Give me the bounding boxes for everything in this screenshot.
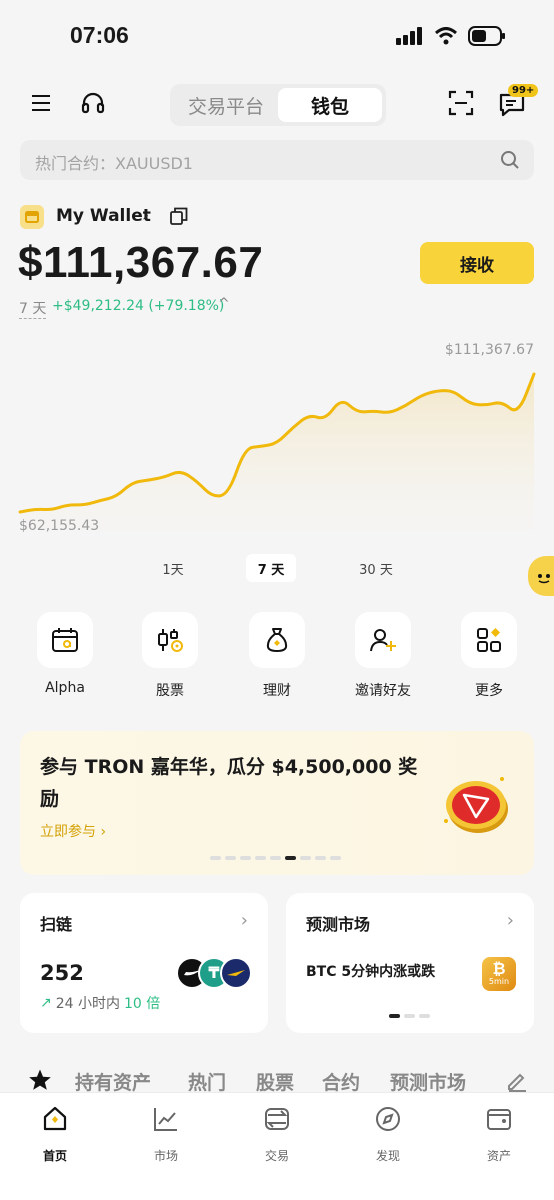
nav-market[interactable]: 市场: [126, 1105, 206, 1164]
chart-area: [20, 374, 534, 530]
nav-discover[interactable]: 发现: [348, 1105, 428, 1164]
tab-futures[interactable]: 合约: [322, 1068, 360, 1095]
banner-title: 参与 TRON 嘉年华，瓜分 $4,500,000 奖励: [40, 756, 418, 810]
nav-label: 市场: [153, 1149, 178, 1163]
tab-holdings[interactable]: 持有资产: [75, 1068, 151, 1095]
money-bag-icon: [249, 612, 305, 668]
prediction-market-card[interactable]: 预测市场 › BTC 5分钟内涨或跌 ₿ 5min: [286, 893, 534, 1033]
compass-icon: [376, 1107, 400, 1131]
bottom-navbar: 首页 市场 交易 发现 资产: [0, 1092, 554, 1200]
banner-pagination: [210, 856, 341, 860]
invite-friend-icon: [355, 612, 411, 668]
card-title: 扫链: [40, 915, 73, 934]
period-label[interactable]: 7 天: [19, 298, 47, 319]
wifi-icon: [434, 27, 458, 45]
tron-coin-icon: [444, 777, 508, 833]
mode-switch: 交易平台 钱包: [170, 84, 386, 126]
banner-cta-link[interactable]: 立即参与 ›: [40, 821, 106, 841]
action-stocks[interactable]: 股票: [130, 612, 210, 700]
action-invite[interactable]: 邀请好友: [343, 612, 423, 700]
star-icon[interactable]: [28, 1068, 52, 1092]
action-label: 股票: [156, 683, 184, 699]
action-more[interactable]: 更多: [449, 612, 529, 700]
range-7d[interactable]: 7 天: [246, 554, 296, 582]
chevron-right-icon[interactable]: ›: [142, 205, 149, 226]
action-label: Alpha: [45, 680, 85, 696]
scan-count: 252: [40, 961, 84, 985]
promo-banner[interactable]: 参与 TRON 嘉年华，瓜分 $4,500,000 奖励 立即参与 ›: [20, 731, 534, 875]
range-30d[interactable]: 30 天: [350, 554, 402, 582]
tab-hot[interactable]: 热门: [188, 1068, 226, 1095]
scan-icon[interactable]: [448, 90, 474, 116]
nav-label: 发现: [375, 1149, 400, 1163]
token-icons: ₸: [176, 957, 252, 991]
message-badge: 99+: [508, 84, 539, 97]
wallet-icon: [487, 1109, 511, 1130]
action-label: 更多: [475, 683, 503, 699]
action-label: 邀请好友: [355, 683, 411, 699]
chevron-right-icon: ›: [506, 910, 514, 931]
status-time: 07:06: [70, 22, 129, 48]
scan-sub-prefix: 24 小时内: [55, 996, 120, 1012]
status-icons: [396, 26, 506, 46]
token-icon: [220, 957, 252, 989]
battery-icon: [468, 26, 505, 46]
alpha-calendar-icon: [37, 612, 93, 668]
action-earn[interactable]: 理财: [237, 612, 317, 700]
caret-up-icon: ^: [218, 296, 230, 312]
chart-high-label: $111,367.67: [444, 342, 534, 358]
receive-button[interactable]: 接收: [420, 242, 534, 284]
wallet-logo-icon: [20, 205, 44, 229]
balance-chart: [18, 372, 536, 530]
nav-label: 交易: [264, 1149, 289, 1163]
copy-icon[interactable]: [170, 207, 188, 225]
card-title: 预测市场: [306, 915, 371, 934]
search-bar[interactable]: 热门合约：XAUUSD1: [20, 140, 534, 180]
signal-icon: [396, 27, 422, 45]
search-placeholder: 热门合约：XAUUSD1: [35, 154, 193, 173]
home-icon: [43, 1106, 67, 1131]
tab-stocks[interactable]: 股票: [256, 1068, 294, 1095]
balance-change: +$49,212.24 (+79.18%): [52, 298, 225, 314]
scan-sub: ↗ 24 小时内 10 倍: [40, 993, 160, 1013]
range-1d[interactable]: 1天: [150, 554, 196, 582]
scan-sub-value: 10 倍: [124, 996, 161, 1012]
search-icon: [501, 151, 519, 169]
headset-icon[interactable]: [80, 90, 106, 116]
badge-text: 5min: [488, 977, 510, 986]
prediction-text: BTC 5分钟内涨或跌: [306, 964, 436, 980]
nav-home[interactable]: 首页: [15, 1105, 95, 1164]
chart-low-label: $62,155.43: [19, 518, 100, 534]
nav-trade[interactable]: 交易: [237, 1105, 317, 1164]
wallet-balance: $111,367.67: [18, 238, 264, 287]
card-pagination: [389, 1014, 430, 1018]
scan-chain-card[interactable]: 扫链 › 252 ↗ 24 小时内 10 倍 ₸: [20, 893, 268, 1033]
wallet-name[interactable]: My Wallet: [56, 206, 151, 226]
assistant-floating-icon[interactable]: [528, 556, 554, 596]
action-label: 理财: [263, 683, 291, 699]
action-alpha[interactable]: Alpha: [25, 612, 105, 696]
nav-assets[interactable]: 资产: [459, 1105, 539, 1164]
nav-label: 资产: [486, 1149, 511, 1163]
tab-wallet[interactable]: 钱包: [278, 88, 382, 122]
tab-prediction[interactable]: 预测市场: [390, 1068, 466, 1095]
bitcoin-5min-icon: ₿ 5min: [482, 957, 516, 991]
trade-swap-icon: [265, 1108, 289, 1130]
trend-up-icon: ↗: [40, 995, 52, 1011]
nav-label: 首页: [42, 1149, 67, 1163]
market-chart-icon: [154, 1108, 177, 1131]
stocks-candles-icon: [142, 612, 198, 668]
menu-icon[interactable]: [30, 92, 52, 114]
chevron-right-icon: ›: [240, 910, 248, 931]
tab-exchange[interactable]: 交易平台: [174, 88, 278, 122]
edit-icon[interactable]: [506, 1070, 528, 1092]
more-grid-icon: [461, 612, 517, 668]
